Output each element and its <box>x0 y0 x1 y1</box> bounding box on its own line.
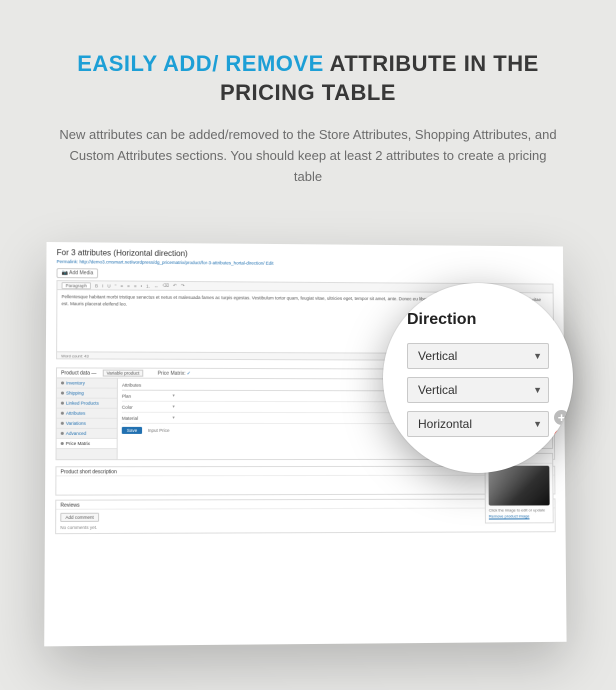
paragraph-dropdown[interactable]: Paragraph <box>62 281 91 288</box>
headline-accent: EASILY ADD/ REMOVE <box>77 51 324 76</box>
price-matrix-checkbox[interactable]: Price Matrix: ✓ <box>158 370 191 376</box>
tab-advanced[interactable]: Advanced <box>57 428 117 438</box>
direction-select-zoom[interactable]: Horizontal ▼ <box>407 411 549 437</box>
product-type-select[interactable]: Variable product <box>102 369 143 376</box>
add-remove-controls: + − <box>554 410 569 444</box>
tab-variations[interactable]: Variations <box>57 418 117 428</box>
minus-icon: − <box>558 429 566 444</box>
dot-icon <box>61 381 64 384</box>
check-icon: ✓ <box>187 370 191 376</box>
dot-icon <box>61 431 64 434</box>
image-caption: Click the image to edit or update <box>489 507 550 513</box>
editor-btn[interactable]: I <box>102 282 103 287</box>
editor-btn[interactable]: ≡ <box>134 283 137 288</box>
editor-btn[interactable]: 1. <box>146 283 150 288</box>
editor-btn[interactable]: " <box>115 283 117 288</box>
tab-linked-products[interactable]: Linked Products <box>57 398 117 408</box>
product-tabs: Inventory Shipping Linked Products Attri… <box>57 378 118 459</box>
camera-icon: 📷 <box>62 270 68 276</box>
dot-icon <box>61 421 64 424</box>
direction-select-zoom[interactable]: Vertical ▼ <box>407 377 549 403</box>
tab-shipping[interactable]: Shipping <box>57 388 117 398</box>
editor-btn[interactable]: ⇔ <box>154 283 159 288</box>
add-attribute-button[interactable]: + <box>554 410 569 425</box>
attributes-title: Attributes <box>122 382 181 387</box>
product-data-label: Product data — <box>61 369 96 375</box>
dot-icon <box>61 411 64 414</box>
dot-icon <box>61 401 64 404</box>
caret-icon[interactable]: ▾ <box>172 392 180 398</box>
editor-btn[interactable]: B <box>95 282 98 287</box>
editor-btn[interactable]: ≡ <box>120 283 123 288</box>
add-comment-button[interactable]: Add comment <box>60 512 99 521</box>
tab-price-matrix[interactable]: Price Matrix <box>57 439 117 449</box>
zoom-lens: Direction Vertical ▼ Vertical ▼ Horizont… <box>383 283 573 473</box>
short-description-body[interactable] <box>56 475 554 494</box>
permalink-label: Permalink: <box>57 259 79 264</box>
headline: EASILY ADD/ REMOVE ATTRIBUTE IN THE PRIC… <box>40 50 576 107</box>
remove-attribute-button[interactable]: − <box>554 429 569 444</box>
input-price-button[interactable]: Input Price <box>148 427 170 432</box>
editor-btn[interactable]: U <box>107 283 110 288</box>
editor-btn[interactable]: ↷ <box>181 283 185 289</box>
caret-down-icon: ▼ <box>533 351 542 361</box>
subtext: New attributes can be added/removed to t… <box>58 125 558 187</box>
direction-select-zoom[interactable]: Vertical ▼ <box>407 343 549 369</box>
mockup-wrap: For 3 attributes (Horizontal direction) … <box>48 223 568 663</box>
editor-btn[interactable]: ≡ <box>127 283 130 288</box>
no-comments-text: No comments yet. <box>60 523 551 530</box>
plus-icon: + <box>558 410 566 425</box>
caret-down-icon: ▼ <box>533 419 542 429</box>
direction-label: Direction <box>407 311 549 329</box>
dot-icon <box>61 391 64 394</box>
reviews-box: Reviews Add comment No comments yet. <box>55 498 556 534</box>
caret-icon[interactable]: ▾ <box>172 414 180 420</box>
permalink-url: http://demo3.cmsmart.net/wordpress/dg_pr… <box>79 259 264 265</box>
editor-btn[interactable]: ⌫ <box>163 282 169 288</box>
caret-down-icon: ▼ <box>533 385 542 395</box>
add-media-button[interactable]: 📷 Add Media <box>56 268 98 278</box>
editor-btn[interactable]: ↶ <box>173 282 177 288</box>
product-image-thumb[interactable] <box>488 465 549 505</box>
dot-icon <box>61 442 64 445</box>
remove-image-link[interactable]: Remove product image <box>489 513 550 519</box>
caret-icon[interactable]: ▾ <box>172 403 180 409</box>
tab-attributes[interactable]: Attributes <box>57 408 117 418</box>
promo-page: EASILY ADD/ REMOVE ATTRIBUTE IN THE PRIC… <box>0 0 616 683</box>
save-button[interactable]: Save <box>122 426 143 433</box>
editor-btn[interactable]: • <box>141 283 143 288</box>
tab-inventory[interactable]: Inventory <box>57 378 117 388</box>
permalink-edit[interactable]: Edit <box>266 260 274 265</box>
